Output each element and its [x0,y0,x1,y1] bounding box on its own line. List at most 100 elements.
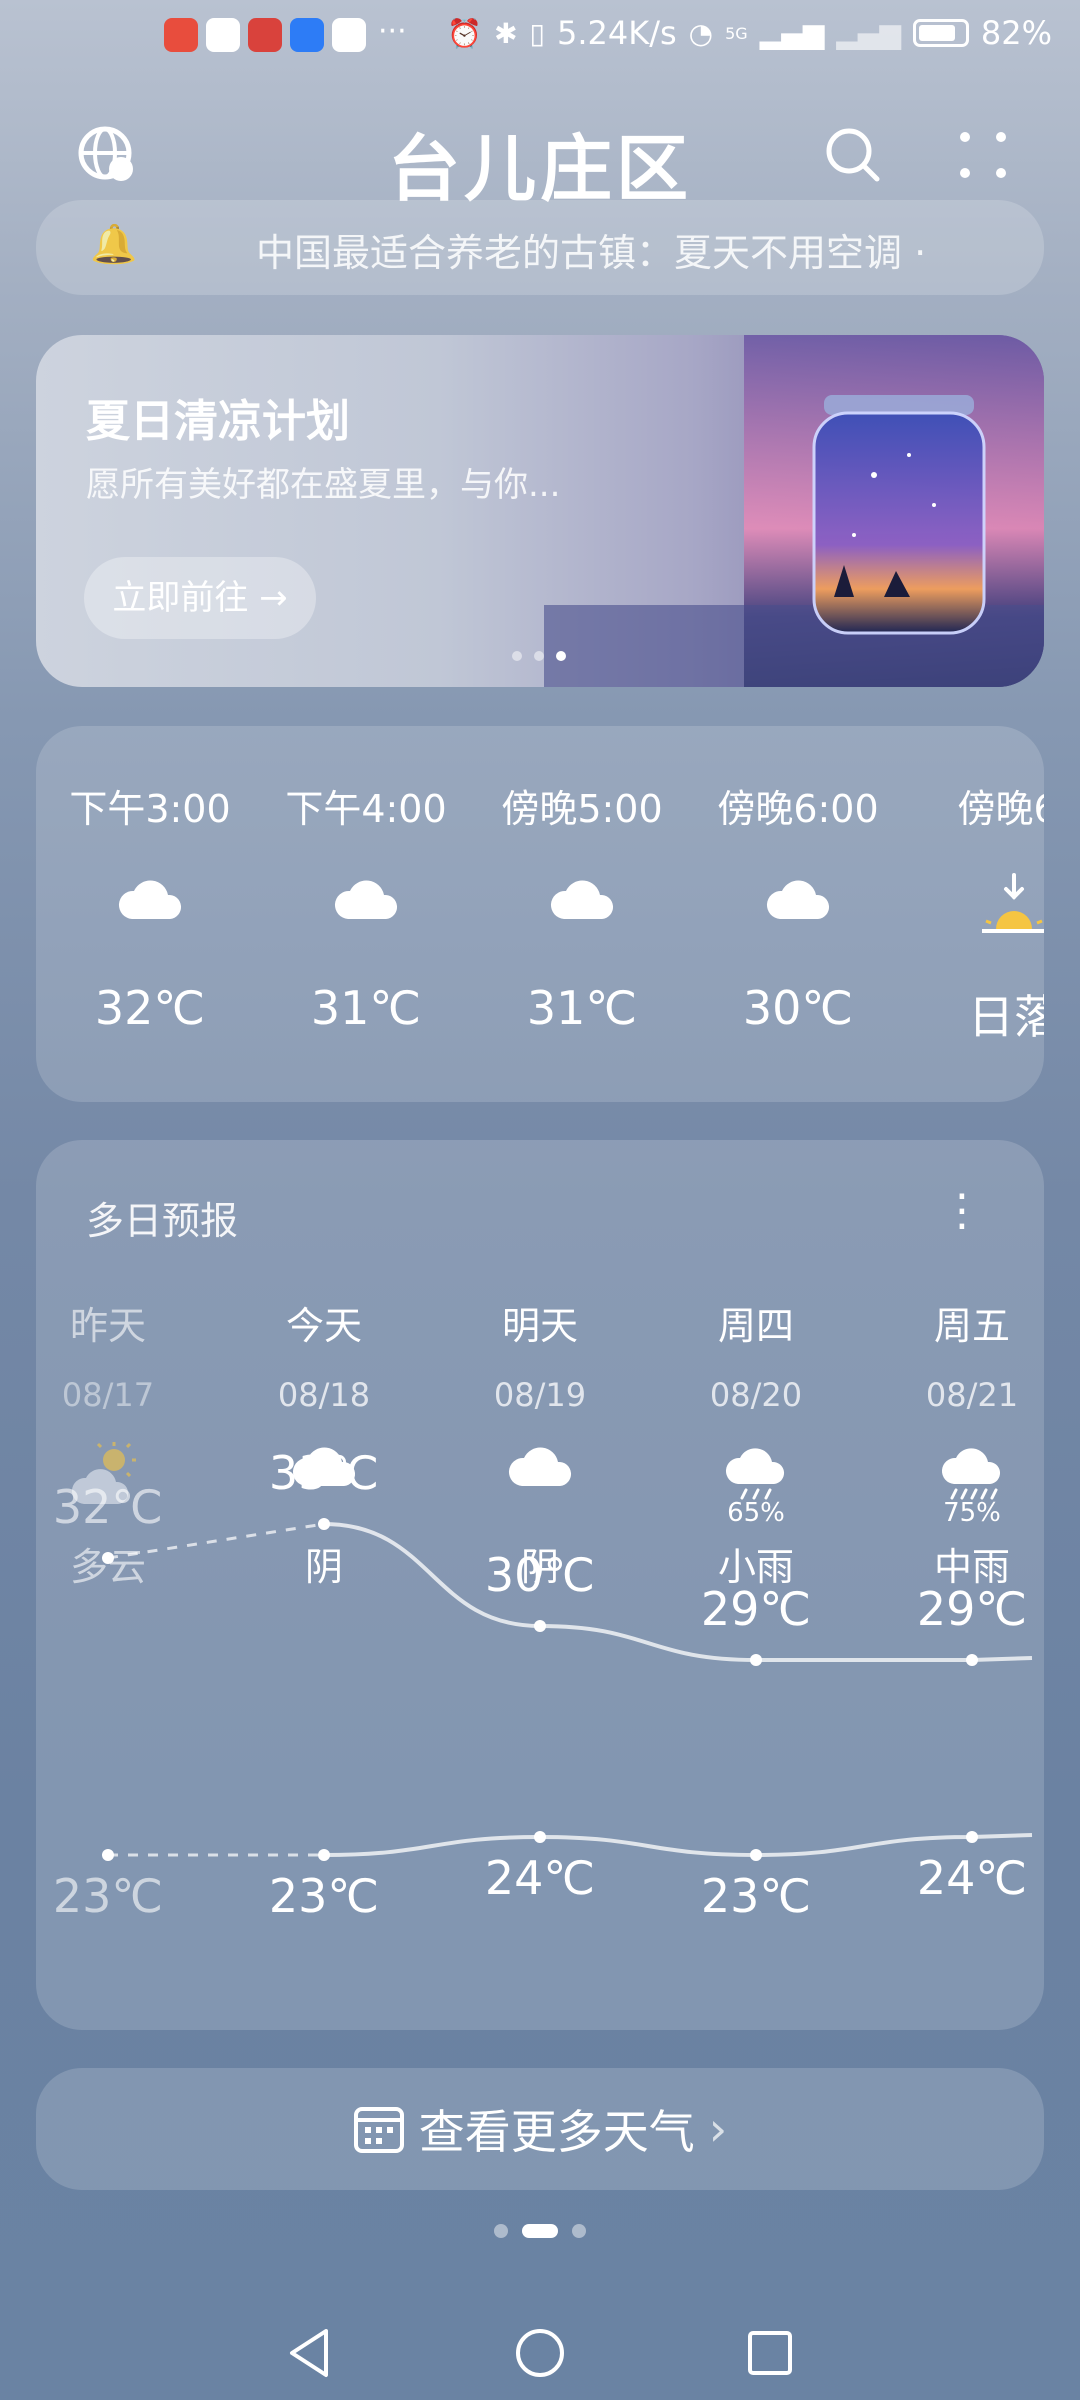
daily-weather: 多云 [69,1545,146,1589]
hourly-time: 傍晚6: [957,787,1045,831]
daily-date: 08/20 [709,1376,803,1414]
hourly-item: 下午3:00 32℃ [60,778,240,1035]
back-icon[interactable] [275,2318,345,2388]
low-temp-label: 23℃ [52,1869,164,1923]
high-temp-label: 29℃ [700,1582,812,1636]
hourly-time: 下午3:00 [69,787,231,831]
daily-item: 明天 08/19 阴 [450,1295,630,1591]
hourly-time: 下午4:00 [285,787,447,831]
promo-page-dots [512,651,566,661]
daily-date: 08/21 [925,1376,1019,1414]
promo-title: 夏日清凉计划 [86,396,350,447]
daily-weather: 阴 [304,1545,343,1589]
high-temp-point [750,1654,762,1666]
more-weather-label: 查看更多天气 [418,2105,695,2159]
low-temp-point [318,1849,330,1861]
hourly-item: 下午4:00 31℃ [276,778,456,1035]
daily-item: 今天 08/18 阴 [234,1295,414,1591]
high-temp-point [534,1620,546,1632]
daily-item: 周四 08/20 65% 小雨 [666,1295,846,1591]
hourly-item: 傍晚6:00 30℃ [708,778,888,1035]
cloud-icon [450,1440,630,1530]
light-rain-icon: 65% [666,1440,846,1530]
hourly-time: 傍晚5:00 [501,787,663,831]
bell-icon: 🔔 [90,222,138,266]
battery-icon [912,19,969,47]
page-dot [494,2224,508,2238]
calendar-icon [353,2107,404,2153]
low-temp-label: 23℃ [700,1869,812,1923]
status-bar: ··· ⏰ ✱ ▯ 5.24K/s ◔ 5G ▂▄▆ ▂▄▆ 82% [0,0,1080,72]
home-icon[interactable] [505,2318,575,2388]
precip-probability: 65% [727,1498,785,1528]
signal-2-icon: ▂▄▆ [836,16,901,50]
sunset-icon [924,873,1044,943]
hourly-forecast[interactable]: 下午3:0032℃下午4:0031℃傍晚5:0031℃傍晚6:0030℃傍晚6:… [36,726,1044,1102]
promo-dot [534,651,544,661]
page-dot [572,2224,586,2238]
promo-dot [556,651,566,661]
promo-go-button[interactable]: 立即前往 → [84,557,316,639]
jar-illustration [544,335,1044,687]
more-weather-button[interactable]: 查看更多天气 › [36,2068,1044,2190]
high-temp-label: 30℃ [484,1548,596,1602]
more-notifications-icon: ··· [378,14,407,49]
hourly-item: 傍晚6: 日落 [924,778,1044,1047]
cloud-icon [708,873,888,943]
vibrate-icon: ▯ [529,16,545,50]
page-dot [522,2224,558,2238]
high-temp-label: 29℃ [916,1582,1028,1636]
daily-day: 昨天 [69,1304,146,1348]
daily-forecast[interactable]: 多日预报 ⋮ 昨天08/17多云32℃23℃轻度今天08/18阴33℃23℃良明… [36,1140,1044,2030]
daily-day: 周五 [933,1304,1010,1348]
hourly-time: 傍晚6:00 [717,787,879,831]
cloud-icon [276,873,456,943]
daily-day: 周四 [717,1304,794,1348]
book-app-icon [248,18,282,52]
low-temp-label: 24℃ [484,1851,596,1905]
huawei-app-icon [164,18,198,52]
page-indicator [0,2224,1080,2238]
shield-app-icon [206,18,240,52]
low-temp-label: 24℃ [916,1851,1028,1905]
news-ticker[interactable]: 🔔 中国最适合养老的古镇：夏天不用空调 · [36,200,1044,295]
hourly-value: 31℃ [526,981,638,1035]
high-temp-label: 32℃ [52,1480,164,1534]
hourly-item: 傍晚5:00 31℃ [492,778,672,1035]
precip-probability: 75% [943,1498,1001,1528]
navigation-bar [0,2300,1080,2400]
daily-date: 08/19 [493,1376,587,1414]
signal-icon: ▂▄▆ [759,16,825,50]
promo-subtitle: 愿所有美好都在盛夏里，与你... [86,465,561,505]
high-temp-label: 33℃ [268,1446,380,1500]
network-speed: 5.24K/s [556,14,677,52]
more-menu-icon[interactable] [948,120,1018,190]
daily-day: 今天 [285,1304,362,1348]
notification-icons [164,18,366,52]
hourly-value: 30℃ [742,981,854,1035]
low-temp-point [750,1849,762,1861]
daily-date: 08/18 [277,1376,371,1414]
promo-banner[interactable]: 夏日清凉计划 愿所有美好都在盛夏里，与你... 立即前往 → [36,335,1044,687]
chevron-right-icon: › [708,2102,728,2156]
battery-percent: 82% [980,14,1052,52]
bluetooth-icon: ✱ [494,16,518,50]
alarm-icon: ⏰ [447,16,483,50]
daily-item: 昨天 08/17 多云 [36,1295,198,1591]
cloud-icon [60,873,240,943]
search-icon[interactable] [818,120,888,190]
recents-icon[interactable] [735,2318,805,2388]
hourly-value: 日落 [968,990,1044,1044]
daily-date: 08/17 [61,1376,155,1414]
daily-day: 明天 [501,1304,578,1348]
wifi-icon: ◔ [688,16,714,50]
cloud-icon [492,873,672,943]
promo-dot [512,651,522,661]
news-ticker-text: 中国最适合养老的古镇：夏天不用空调 · [256,231,927,275]
daily-item: 周五 08/21 75% 中雨 [882,1295,1044,1591]
hourly-value: 32℃ [94,981,206,1035]
baidu-app-icon [332,18,366,52]
low-temp-point [102,1849,114,1861]
hourly-value: 31℃ [310,981,422,1035]
weather-app-icon [290,18,324,52]
